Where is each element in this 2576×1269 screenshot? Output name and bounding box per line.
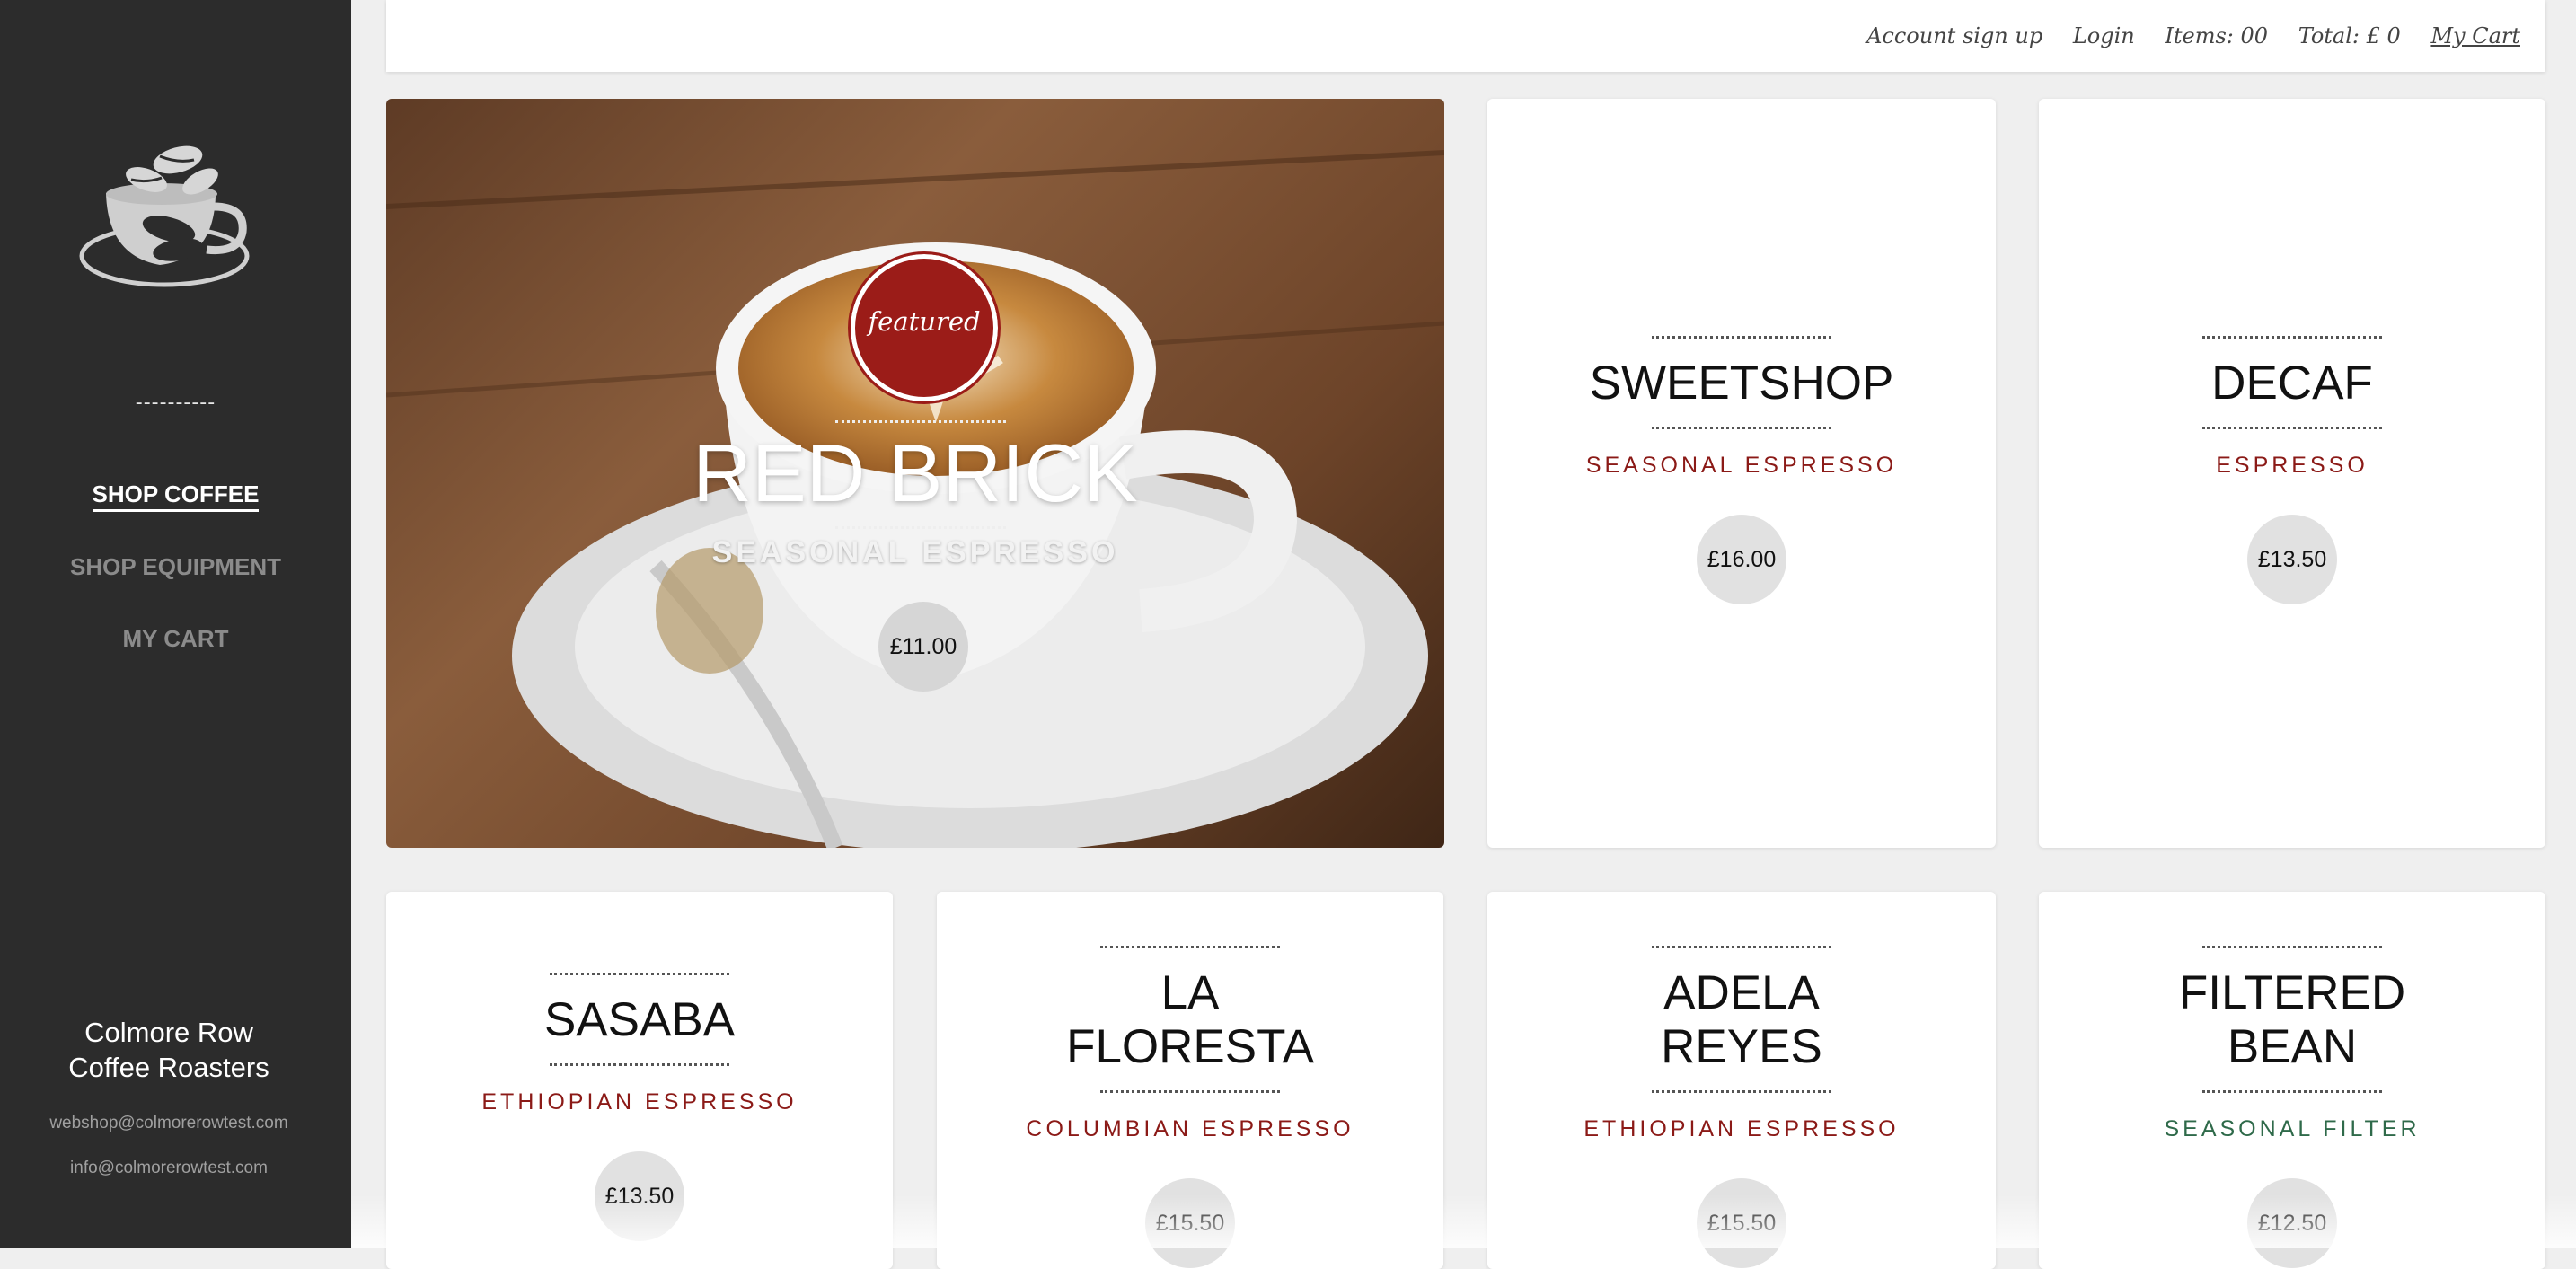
email-info[interactable]: info@colmorerowtest.com — [0, 1159, 338, 1178]
product-name: SASABA — [543, 993, 736, 1046]
product-subtitle: ESPRESSO — [2216, 453, 2369, 478]
product-name: FILTERED BEAN — [2039, 966, 2545, 1074]
coffee-cup-logo-icon[interactable] — [79, 144, 259, 296]
product-name-line: ADELA — [1663, 966, 1820, 1019]
featured-product-subtitle: SEASONAL ESPRESSO — [711, 535, 1119, 569]
product-name-line: FILTERED — [2178, 966, 2406, 1019]
sidebar-divider: ---------- — [135, 392, 216, 414]
cart-items-count: Items: 00 — [2165, 23, 2269, 48]
product-subtitle: SEASONAL FILTER — [2164, 1116, 2421, 1141]
email-webshop[interactable]: webshop@colmorerowtest.com — [0, 1114, 338, 1133]
account-links: Account sign up Login Items: 00 Total: £… — [1843, 23, 2520, 48]
featured-badge: featured — [848, 251, 1001, 404]
cart-total: Total: £ 0 — [2298, 23, 2401, 48]
nav-my-cart[interactable]: MY CART — [0, 625, 351, 653]
dotted-rule — [2202, 1090, 2382, 1093]
account-signup-link[interactable]: Account sign up — [1866, 23, 2042, 48]
dotted-rule — [2202, 946, 2382, 948]
product-subtitle: COLUMBIAN ESPRESSO — [1026, 1116, 1354, 1141]
top-bar: Account sign up Login Items: 00 Total: £… — [386, 0, 2545, 72]
product-name-line: LA — [1160, 966, 1220, 1019]
product-subtitle: ETHIOPIAN ESPRESSO — [1584, 1116, 1900, 1141]
product-name: LA FLORESTA — [937, 966, 1443, 1074]
product-name-line: REYES — [1661, 1020, 1822, 1073]
dotted-rule — [550, 973, 729, 975]
product-name: ADELA REYES — [1487, 966, 1996, 1074]
dotted-rule — [1100, 1090, 1280, 1093]
product-subtitle: ETHIOPIAN ESPRESSO — [481, 1089, 798, 1115]
dotted-rule — [1652, 1090, 1831, 1093]
product-name: SWEETSHOP — [1589, 357, 1894, 410]
product-name-line: FLORESTA — [1066, 1020, 1314, 1073]
brand-line-1: Colmore Row — [84, 1017, 253, 1048]
brand-line-2: Coffee Roasters — [68, 1052, 269, 1083]
dotted-rule — [1100, 946, 1280, 948]
dotted-rule — [1652, 427, 1831, 429]
dotted-rule — [1652, 946, 1831, 948]
product-price: £16.00 — [1697, 515, 1786, 604]
product-card[interactable]: SWEETSHOP SEASONAL ESPRESSO £16.00 — [1487, 99, 1996, 848]
sidebar: ---------- SHOP COFFEE SHOP EQUIPMENT MY… — [0, 0, 351, 1248]
product-subtitle: SEASONAL ESPRESSO — [1585, 453, 1898, 478]
my-cart-link[interactable]: My Cart — [2430, 23, 2520, 48]
featured-product-name: RED BRICK — [693, 428, 1138, 519]
hero-dotted-rule — [835, 420, 1006, 423]
dotted-rule — [550, 1063, 729, 1066]
featured-badge-label: featured — [868, 306, 981, 337]
nav-shop-equipment[interactable]: SHOP EQUIPMENT — [0, 553, 351, 581]
nav-shop-coffee[interactable]: SHOP COFFEE — [0, 480, 351, 512]
product-name-line: BEAN — [2227, 1020, 2358, 1073]
brand-name: Colmore Row Coffee Roasters — [0, 1015, 338, 1085]
product-name: DECAF — [2211, 357, 2373, 410]
featured-product-price: £11.00 — [878, 602, 968, 692]
dotted-rule — [2202, 427, 2382, 429]
hero-dotted-rule-lower — [835, 526, 1006, 529]
dotted-rule — [2202, 336, 2382, 339]
login-link[interactable]: Login — [2073, 23, 2135, 48]
product-price: £13.50 — [2247, 515, 2337, 604]
product-card[interactable]: DECAF ESPRESSO £13.50 — [2039, 99, 2545, 848]
dotted-rule — [1652, 336, 1831, 339]
bottom-fade — [351, 1194, 2576, 1248]
